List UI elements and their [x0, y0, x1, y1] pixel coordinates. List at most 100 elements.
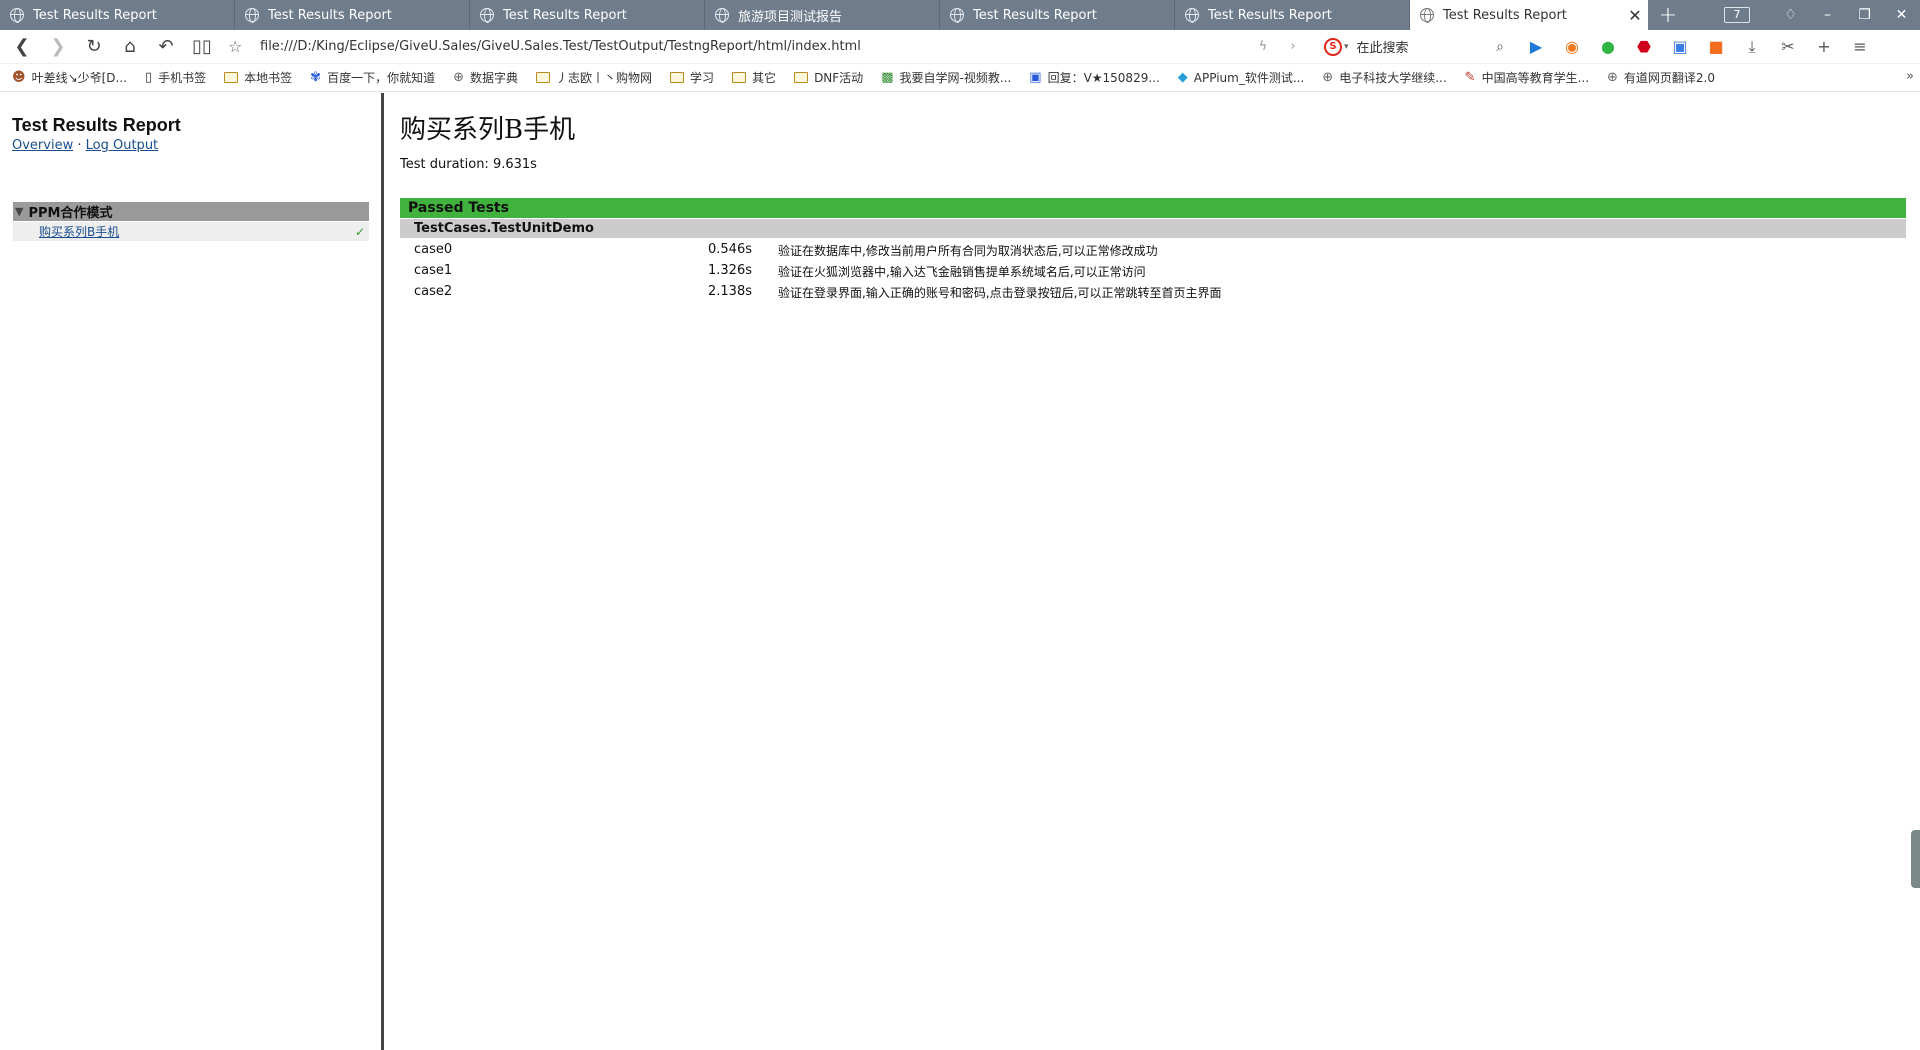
overview-link[interactable]: Overview: [12, 138, 73, 153]
report-sidebar: Test Results Report Overview · Log Outpu…: [0, 93, 384, 1050]
gamepad-icon[interactable]: ◉: [1554, 37, 1590, 56]
globe-icon: [950, 8, 964, 23]
bookmark-item[interactable]: DNF活动: [794, 69, 863, 86]
bookmark-item[interactable]: ◆ APPium_软件测试...: [1178, 69, 1305, 86]
case-description: 验证在登录界面,输入正确的账号和密码,点击登录按钮后,可以正常跳转至首页主界面: [778, 286, 1222, 300]
reply-icon: ▣: [1029, 70, 1042, 85]
shirt-skin-icon[interactable]: ♢: [1772, 7, 1809, 23]
side-panel-handle[interactable]: [1911, 830, 1920, 888]
bookmark-item[interactable]: ✾ 百度一下，你就知道: [310, 69, 435, 86]
translate-icon[interactable]: ▣: [1662, 37, 1698, 56]
reading-mode-icon[interactable]: ▯▯: [184, 36, 220, 57]
wechat-icon[interactable]: ●: [1590, 37, 1626, 56]
page-content: Test Results Report Overview · Log Outpu…: [0, 93, 1920, 1050]
browser-tab-active[interactable]: Test Results Report ✕: [1410, 0, 1648, 30]
globe-icon: [1185, 8, 1199, 23]
link-separator: ·: [77, 138, 82, 153]
undo-close-icon[interactable]: ↶: [148, 36, 184, 57]
minimize-icon[interactable]: –: [1809, 7, 1846, 23]
address-bar[interactable]: ☆ file:///D:/King/Eclipse/GiveU.Sales/Gi…: [228, 37, 1308, 56]
caret-down-icon[interactable]: ▾: [1344, 42, 1349, 52]
url-field[interactable]: file:///D:/King/Eclipse/GiveU.Sales/Give…: [260, 39, 1248, 54]
sidebar-test-item[interactable]: 购买系列B手机 ✓: [13, 222, 369, 241]
test-duration: Test duration: 9.631s: [400, 157, 537, 172]
browser-tab[interactable]: Test Results Report: [470, 0, 705, 30]
chevron-right-icon[interactable]: ›: [1278, 39, 1308, 54]
star-icon[interactable]: ☆: [228, 37, 248, 56]
tabbar-controls: + 7 ♢ – ❐ ✕: [1648, 0, 1920, 30]
lightning-icon[interactable]: ϟ: [1248, 39, 1278, 54]
bookmark-item[interactable]: ☻ 叶差线↘少爷[D...: [12, 69, 127, 86]
test-link[interactable]: 购买系列B手机: [39, 223, 355, 240]
globe-icon: ⊕: [1322, 70, 1334, 85]
folder-icon: [732, 72, 747, 83]
case-description: 验证在数据库中,修改当前用户所有合同为取消状态后,可以正常修改成功: [778, 244, 1158, 258]
bookmark-item[interactable]: ▣ 回复：V★150829...: [1029, 69, 1160, 86]
case-name: case1: [414, 263, 453, 278]
search-icon[interactable]: ⌕: [1496, 39, 1504, 55]
collapse-triangle-icon[interactable]: ▼: [15, 205, 23, 218]
sidebar-links: Overview · Log Output: [12, 138, 158, 153]
case-duration: 2.138s: [708, 284, 752, 299]
suite-header[interactable]: ▼ PPM合作模式: [13, 202, 369, 221]
bookmark-item[interactable]: ⊕ 有道网页翻译2.0: [1607, 69, 1715, 86]
baidu-icon: ✾: [310, 70, 322, 85]
globe-icon: [245, 8, 259, 23]
back-icon[interactable]: ❮: [4, 36, 40, 57]
case-name: case0: [414, 242, 453, 257]
bookmark-item[interactable]: 学习: [670, 69, 714, 86]
bookmark-item[interactable]: ▯ 手机书签: [145, 69, 206, 86]
folder-icon: [794, 72, 809, 83]
table-row: case2 2.138s 验证在登录界面,输入正确的账号和密码,点击登录按钮后,…: [400, 282, 1906, 303]
bookmarks-bar: ☻ 叶差线↘少爷[D... ▯ 手机书签 本地书签 ✾ 百度一下，你就知道 ⊕ 数据字典…: [0, 64, 1920, 92]
more-bookmarks-icon[interactable]: »: [1906, 69, 1914, 84]
close-tab-icon[interactable]: ✕: [1622, 6, 1648, 25]
globe-icon: [10, 8, 24, 23]
sogou-logo-icon[interactable]: S: [1324, 37, 1342, 56]
bookmark-item[interactable]: ⊕ 电子科技大学继续...: [1322, 69, 1446, 86]
page-title: 购买系列B手机: [400, 115, 576, 145]
case-name: case2: [414, 284, 453, 299]
check-icon: ✓: [354, 224, 365, 239]
video-icon[interactable]: ■: [1698, 37, 1734, 56]
new-tab-button[interactable]: +: [1648, 3, 1688, 28]
search-input[interactable]: 在此搜索: [1357, 37, 1497, 56]
bookmark-item[interactable]: 其它: [732, 69, 776, 86]
search-box[interactable]: S ▾ 在此搜索 ⌕: [1324, 37, 1504, 56]
close-window-icon[interactable]: ✕: [1883, 7, 1920, 23]
globe-icon: [480, 8, 494, 23]
tab-strip: Test Results Report Test Results Report …: [0, 0, 1920, 30]
globe-icon: ⊕: [1607, 70, 1618, 85]
sidebar-title: Test Results Report: [12, 115, 181, 135]
suite-name: PPM合作模式: [28, 206, 113, 221]
navigation-bar: ❮ ❯ ↻ ⌂ ↶ ▯▯ ☆ file:///D:/King/Eclipse/G…: [0, 30, 1920, 64]
browser-tab[interactable]: Test Results Report: [940, 0, 1175, 30]
bookmark-item[interactable]: ✎ 中国高等教育学生...: [1465, 69, 1589, 86]
log-output-link[interactable]: Log Output: [86, 138, 159, 153]
bookmark-item[interactable]: ▩ 我要自学网-视频教...: [881, 69, 1011, 86]
browser-tab[interactable]: Test Results Report: [235, 0, 470, 30]
add-icon[interactable]: +: [1806, 37, 1842, 56]
folder-icon: [536, 72, 551, 83]
tab-count-badge[interactable]: 7: [1723, 7, 1750, 23]
adblock-icon[interactable]: ⬣: [1626, 37, 1662, 56]
scissors-icon[interactable]: ✂: [1770, 37, 1806, 56]
play-icon[interactable]: ▶: [1518, 37, 1554, 56]
download-icon[interactable]: ⤓: [1734, 37, 1770, 57]
phone-icon: ▯: [144, 70, 153, 85]
menu-icon[interactable]: ≡: [1842, 37, 1878, 56]
reload-icon[interactable]: ↻: [76, 36, 112, 57]
browser-tab[interactable]: Test Results Report: [1175, 0, 1410, 30]
browser-tab[interactable]: 旅游项目测试报告: [705, 0, 940, 30]
forward-icon[interactable]: ❯: [40, 36, 76, 57]
bookmark-item[interactable]: 本地书签: [224, 69, 292, 86]
browser-tab[interactable]: Test Results Report: [0, 0, 235, 30]
restore-icon[interactable]: ❐: [1846, 7, 1883, 23]
passed-tests-header: Passed Tests: [400, 198, 1906, 218]
table-row: case0 0.546s 验证在数据库中,修改当前用户所有合同为取消状态后,可以…: [400, 240, 1906, 261]
bookmark-item[interactable]: ⊕ 数据字典: [453, 69, 518, 86]
bookmark-item[interactable]: 丿志欧丨丶购物网: [536, 69, 652, 86]
home-icon[interactable]: ⌂: [112, 36, 148, 57]
pen-icon: ✎: [1464, 70, 1476, 85]
case-duration: 1.326s: [708, 263, 752, 278]
